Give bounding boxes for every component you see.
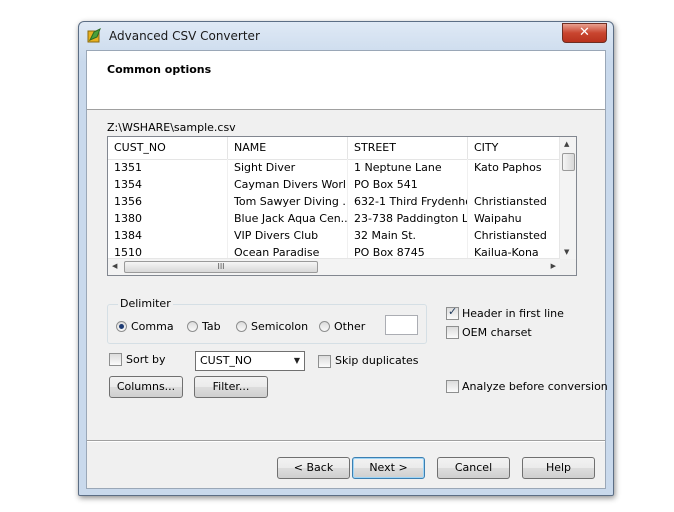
table-cell: 1384 <box>108 227 228 244</box>
oem-charset-label[interactable]: OEM charset <box>462 326 532 339</box>
skip-duplicates-checkbox[interactable] <box>318 355 331 368</box>
preview-grid[interactable]: CUST_NO NAME STREET CITY 1351 Sight Diver… <box>107 136 577 276</box>
table-cell: Tom Sawyer Diving ... <box>228 193 348 210</box>
table-cell: Kato Paphos <box>468 159 560 176</box>
table-cell: 1380 <box>108 210 228 227</box>
table-row[interactable]: 1384 VIP Divers Club 32 Main St. Christians… <box>108 227 560 244</box>
app-icon <box>87 28 101 43</box>
table-cell: Kailua-Kona <box>468 244 560 259</box>
analyze-checkbox[interactable] <box>446 380 459 393</box>
vertical-scrollbar[interactable]: ▲ ▼ <box>559 137 576 259</box>
table-row[interactable]: 1354 Cayman Divers Worl... PO Box 541 <box>108 176 560 193</box>
title-bar[interactable]: Advanced CSV Converter ✕ <box>79 22 613 50</box>
table-cell: Sight Diver <box>228 159 348 176</box>
close-button[interactable]: ✕ <box>562 23 607 43</box>
radio-tab[interactable] <box>187 321 198 332</box>
table-cell <box>468 176 560 193</box>
table-cell: 1510 <box>108 244 228 259</box>
wizard-header: Common options <box>87 51 605 110</box>
scroll-up-icon[interactable]: ▲ <box>564 140 569 148</box>
back-button[interactable]: < Back <box>277 457 350 479</box>
grid-header: CUST_NO NAME STREET CITY <box>108 137 560 160</box>
dialog-window: Advanced CSV Converter ✕ Common options … <box>78 21 614 496</box>
table-cell: Blue Jack Aqua Cen... <box>228 210 348 227</box>
client-area: Common options Z:\WSHARE\sample.csv CUST… <box>86 50 608 489</box>
table-cell: PO Box 8745 <box>348 244 468 259</box>
table-cell: Christiansted <box>468 227 560 244</box>
radio-comma-label[interactable]: Comma <box>131 320 174 333</box>
filter-button[interactable]: Filter... <box>194 376 268 398</box>
window-title: Advanced CSV Converter <box>109 29 260 43</box>
skip-duplicates-label[interactable]: Skip duplicates <box>335 354 419 367</box>
radio-tab-label[interactable]: Tab <box>202 320 221 333</box>
table-cell: Ocean Paradise <box>228 244 348 259</box>
chevron-down-icon[interactable]: ▼ <box>294 352 300 370</box>
oem-charset-checkbox[interactable] <box>446 326 459 339</box>
radio-semicolon[interactable] <box>236 321 247 332</box>
table-row[interactable]: 1351 Sight Diver 1 Neptune Lane Kato Paphos <box>108 159 560 176</box>
scroll-down-icon[interactable]: ▼ <box>564 248 569 256</box>
table-row[interactable]: 1356 Tom Sawyer Diving ... 632-1 Third Fry… <box>108 193 560 210</box>
vertical-scroll-thumb[interactable] <box>562 153 575 171</box>
table-cell: 1356 <box>108 193 228 210</box>
horizontal-scrollbar[interactable]: ◀ III ▶ <box>108 258 560 275</box>
other-delimiter-input[interactable] <box>385 315 418 335</box>
column-header[interactable]: STREET <box>348 137 468 159</box>
page-title: Common options <box>107 63 212 76</box>
table-cell: 632-1 Third Frydenhoj <box>348 193 468 210</box>
column-header[interactable]: CUST_NO <box>108 137 228 159</box>
horizontal-scroll-thumb[interactable]: III <box>124 261 318 273</box>
scroll-left-icon[interactable]: ◀ <box>112 262 117 270</box>
delimiter-group: Delimiter Comma Tab Semicolon Other <box>107 297 427 344</box>
radio-other-label[interactable]: Other <box>334 320 365 333</box>
grid-body: 1351 Sight Diver 1 Neptune Lane Kato Paphos… <box>108 159 560 259</box>
table-row[interactable]: 1510 Ocean Paradise PO Box 8745 Kailua-Kona <box>108 244 560 259</box>
table-cell: 1 Neptune Lane <box>348 159 468 176</box>
delimiter-label: Delimiter <box>118 297 173 310</box>
columns-button[interactable]: Columns... <box>109 376 183 398</box>
table-cell: Cayman Divers Worl... <box>228 176 348 193</box>
sort-by-label[interactable]: Sort by <box>126 353 166 366</box>
radio-semicolon-label[interactable]: Semicolon <box>251 320 308 333</box>
table-row[interactable]: 1380 Blue Jack Aqua Cen... 23-738 Paddingt… <box>108 210 560 227</box>
header-first-line-label[interactable]: Header in first line <box>462 307 564 320</box>
table-cell: Waipahu <box>468 210 560 227</box>
table-cell: Christiansted <box>468 193 560 210</box>
table-cell: 1354 <box>108 176 228 193</box>
next-button[interactable]: Next > <box>352 457 425 479</box>
file-path: Z:\WSHARE\sample.csv <box>107 121 236 134</box>
help-button[interactable]: Help <box>522 457 595 479</box>
header-first-line-checkbox[interactable] <box>446 305 459 320</box>
footer-divider <box>87 440 605 441</box>
radio-comma[interactable] <box>116 321 127 332</box>
sort-by-select[interactable]: CUST_NO ▼ <box>195 351 305 371</box>
analyze-label[interactable]: Analyze before conversion <box>462 380 608 393</box>
scrollbar-corner <box>560 259 576 275</box>
table-cell: 23-738 Paddington L... <box>348 210 468 227</box>
table-cell: 32 Main St. <box>348 227 468 244</box>
table-cell: PO Box 541 <box>348 176 468 193</box>
sort-by-checkbox[interactable] <box>109 353 122 366</box>
scroll-right-icon[interactable]: ▶ <box>551 262 556 270</box>
table-cell: 1351 <box>108 159 228 176</box>
column-header[interactable]: NAME <box>228 137 348 159</box>
cancel-button[interactable]: Cancel <box>437 457 510 479</box>
radio-other[interactable] <box>319 321 330 332</box>
sort-by-value: CUST_NO <box>200 354 252 367</box>
column-header[interactable]: CITY <box>468 137 560 159</box>
table-cell: VIP Divers Club <box>228 227 348 244</box>
